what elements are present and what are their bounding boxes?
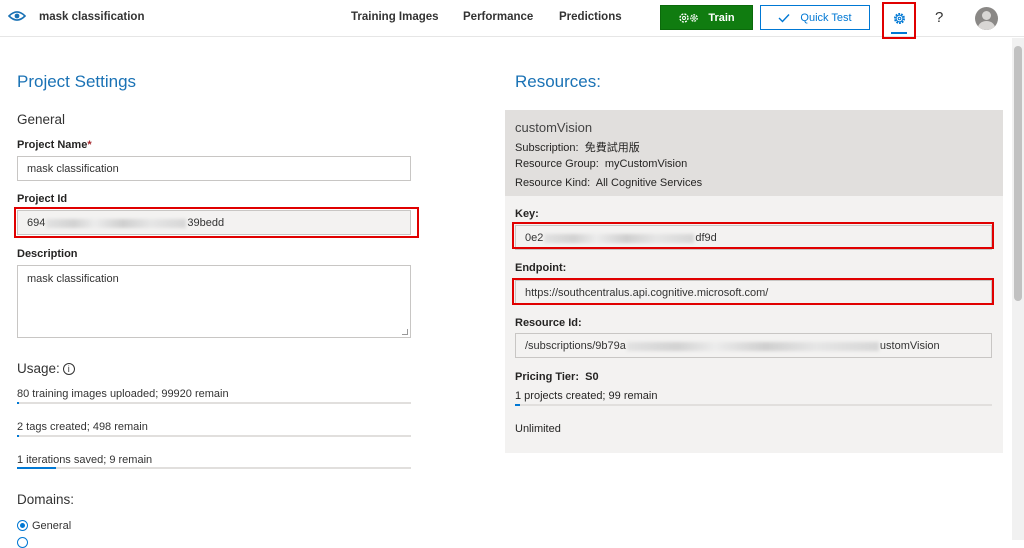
radio-selected-dot [20, 523, 25, 528]
domains-heading: Domains: [17, 492, 75, 507]
avatar-body [978, 21, 995, 30]
resource-summary: customVision Subscription: 免費試用版 Resourc… [505, 110, 1003, 196]
quick-test-label: Quick Test [800, 11, 852, 24]
resource-name: customVision [515, 120, 593, 135]
resource-kind-row: Resource Kind: All Cognitive Services [515, 177, 702, 189]
highlight-box-endpoint [512, 278, 994, 305]
description-text: mask classification [27, 273, 119, 285]
usage-images-text: 80 training images uploaded; 99920 remai… [17, 388, 229, 400]
settings-button[interactable] [882, 2, 916, 39]
train-button[interactable]: Train [660, 5, 753, 30]
nav-training-images[interactable]: Training Images [351, 11, 439, 23]
resize-handle[interactable] [402, 329, 408, 335]
usage-iterations-text: 1 iterations saved; 9 remain [17, 454, 153, 466]
resource-id-prefix: /subscriptions/9b79a [525, 340, 626, 352]
resource-kind-label: Resource Kind: [515, 177, 591, 189]
project-id-label: Project Id [17, 193, 68, 205]
usage-tags-bar [17, 435, 411, 437]
highlight-box-project-id [14, 207, 419, 238]
scrollbar[interactable] [1012, 38, 1024, 540]
pricing-tier-value: S0 [585, 371, 599, 383]
project-settings-title: Project Settings [17, 72, 137, 91]
projects-bar [515, 404, 992, 406]
subscription-row: Subscription: 免費試用版 [515, 139, 640, 155]
checkmark-icon [778, 13, 790, 23]
active-tab-indicator [891, 32, 907, 34]
unlimited-text: Unlimited [515, 423, 561, 435]
pricing-tier-row: Pricing Tier: S0 [515, 371, 599, 383]
app-title[interactable]: mask classification [39, 11, 144, 23]
quick-test-button[interactable]: Quick Test [760, 5, 870, 30]
projects-created-text: 1 projects created; 99 remain [515, 390, 658, 402]
subscription-value: 免費試用版 [584, 142, 640, 154]
domain-next-radio[interactable] [17, 537, 28, 548]
description-field[interactable]: mask classification [17, 265, 411, 338]
domain-general-label: General [32, 520, 72, 532]
usage-images-bar [17, 402, 411, 404]
avatar-head [982, 11, 991, 20]
subscription-label: Subscription: [515, 142, 579, 154]
project-name-label: Project Name* [17, 139, 92, 151]
nav-predictions[interactable]: Predictions [559, 11, 622, 23]
general-heading: General [17, 112, 66, 127]
usage-tags-text: 2 tags created; 498 remain [17, 421, 148, 433]
info-icon[interactable]: i [62, 363, 75, 376]
domain-general-radio[interactable] [17, 520, 28, 531]
train-label: Train [708, 11, 735, 24]
nav-performance[interactable]: Performance [463, 11, 533, 23]
highlight-box-key [512, 222, 994, 249]
resource-group-label: Resource Group: [515, 158, 599, 170]
pricing-tier-label: Pricing Tier: [515, 371, 579, 383]
scrollbar-thumb[interactable] [1014, 46, 1022, 301]
eye-icon [8, 11, 26, 21]
description-label: Description [17, 248, 78, 260]
gear-icon [894, 13, 905, 24]
usage-heading-text: Usage: [17, 361, 60, 376]
projects-fill [515, 404, 520, 406]
project-name-field[interactable]: mask classification [17, 156, 411, 181]
resource-id-field[interactable]: /subscriptions/9b79a ustomVision [515, 333, 992, 358]
resource-kind-value: All Cognitive Services [595, 177, 703, 189]
project-name-label-text: Project Name [17, 139, 88, 151]
avatar[interactable] [975, 7, 998, 30]
usage-images-fill [17, 402, 19, 404]
resource-group-row: Resource Group: myCustomVision [515, 158, 687, 170]
usage-heading: Usage: i [17, 361, 75, 376]
gears-icon [679, 12, 699, 23]
resource-group-value: myCustomVision [604, 158, 688, 170]
key-label: Key: [515, 208, 539, 220]
usage-tags-fill [17, 435, 19, 437]
resources-title: Resources: [515, 72, 601, 91]
redacted-blur [626, 341, 879, 351]
help-button[interactable]: ? [935, 9, 943, 26]
resource-id-label: Resource Id: [515, 317, 582, 329]
required-marker: * [87, 139, 92, 151]
usage-iterations-fill [17, 467, 57, 469]
usage-iterations-bar [17, 467, 411, 469]
top-bar: mask classification Training Images Perf… [0, 0, 1024, 39]
endpoint-label: Endpoint: [515, 262, 567, 274]
resource-id-suffix: ustomVision [879, 340, 940, 352]
